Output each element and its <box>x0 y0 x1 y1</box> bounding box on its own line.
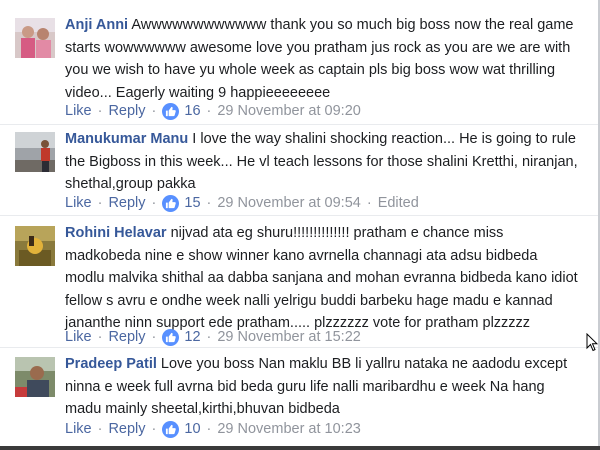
like-count[interactable]: 16 <box>184 103 200 119</box>
avatar-rohini-helavar[interactable] <box>15 226 55 266</box>
separator: · <box>151 329 157 345</box>
like-button[interactable]: Like <box>65 421 92 437</box>
comment-text-block: Manukumar Manu I love the way shalini sh… <box>65 128 580 196</box>
comment-timestamp[interactable]: 29 November at 09:54 <box>217 195 360 211</box>
reply-button[interactable]: Reply <box>108 421 145 437</box>
avatar-manukumar-manu[interactable] <box>15 132 55 172</box>
comment-text-block: Anji Anni Awwwwwwwwwwww thank you so muc… <box>65 14 580 104</box>
mouse-cursor-icon <box>586 332 599 357</box>
like-button[interactable]: Like <box>65 329 92 345</box>
comment-timestamp[interactable]: 29 November at 15:22 <box>217 329 360 345</box>
edited-label[interactable]: Edited <box>378 195 419 211</box>
comment-text: Awwwwwwwwwwww thank you so much big boss… <box>65 17 574 101</box>
reply-button[interactable]: Reply <box>108 103 145 119</box>
separator: · <box>206 329 212 345</box>
separator: · <box>97 195 103 211</box>
separator: · <box>151 103 157 119</box>
thumbs-up-icon <box>162 420 180 438</box>
separator: · <box>97 329 103 345</box>
bottom-bar <box>0 446 600 450</box>
reply-button[interactable]: Reply <box>108 195 145 211</box>
divider <box>0 124 600 125</box>
separator: · <box>97 103 103 119</box>
like-button[interactable]: Like <box>65 195 92 211</box>
reply-button[interactable]: Reply <box>108 329 145 345</box>
comment-actions: Like · Reply · 15 · 29 November at 09:54… <box>65 192 419 214</box>
separator: · <box>151 421 157 437</box>
separator: · <box>366 195 372 211</box>
comment-timestamp[interactable]: 29 November at 09:20 <box>217 103 360 119</box>
thumbs-up-icon <box>162 102 180 120</box>
comment-text-block: Rohini Helavar nijvad ata eg shuru!!!!!!… <box>65 222 580 335</box>
comment-text-block: Pradeep Patil Love you boss Nan maklu BB… <box>65 353 580 421</box>
like-count[interactable]: 12 <box>184 329 200 345</box>
thumbs-up-icon <box>162 328 180 346</box>
avatar-pradeep-patil[interactable] <box>15 357 55 397</box>
comment-author[interactable]: Rohini Helavar <box>65 225 167 241</box>
thumbs-up-icon <box>162 194 180 212</box>
divider <box>0 347 600 348</box>
separator: · <box>206 195 212 211</box>
comment-actions: Like · Reply · 12 · 29 November at 15:22 <box>65 326 361 348</box>
avatar-anji-anni[interactable] <box>15 18 55 58</box>
separator: · <box>151 195 157 211</box>
like-button[interactable]: Like <box>65 103 92 119</box>
comment-actions: Like · Reply · 16 · 29 November at 09:20 <box>65 100 361 122</box>
separator: · <box>97 421 103 437</box>
divider <box>0 215 600 216</box>
comment-author[interactable]: Anji Anni <box>65 17 128 33</box>
like-count[interactable]: 10 <box>184 421 200 437</box>
comment-timestamp[interactable]: 29 November at 10:23 <box>217 421 360 437</box>
comment-author[interactable]: Manukumar Manu <box>65 131 188 147</box>
separator: · <box>206 103 212 119</box>
separator: · <box>206 421 212 437</box>
like-count[interactable]: 15 <box>184 195 200 211</box>
comment-author[interactable]: Pradeep Patil <box>65 356 157 372</box>
comment-actions: Like · Reply · 10 · 29 November at 10:23 <box>65 418 361 440</box>
